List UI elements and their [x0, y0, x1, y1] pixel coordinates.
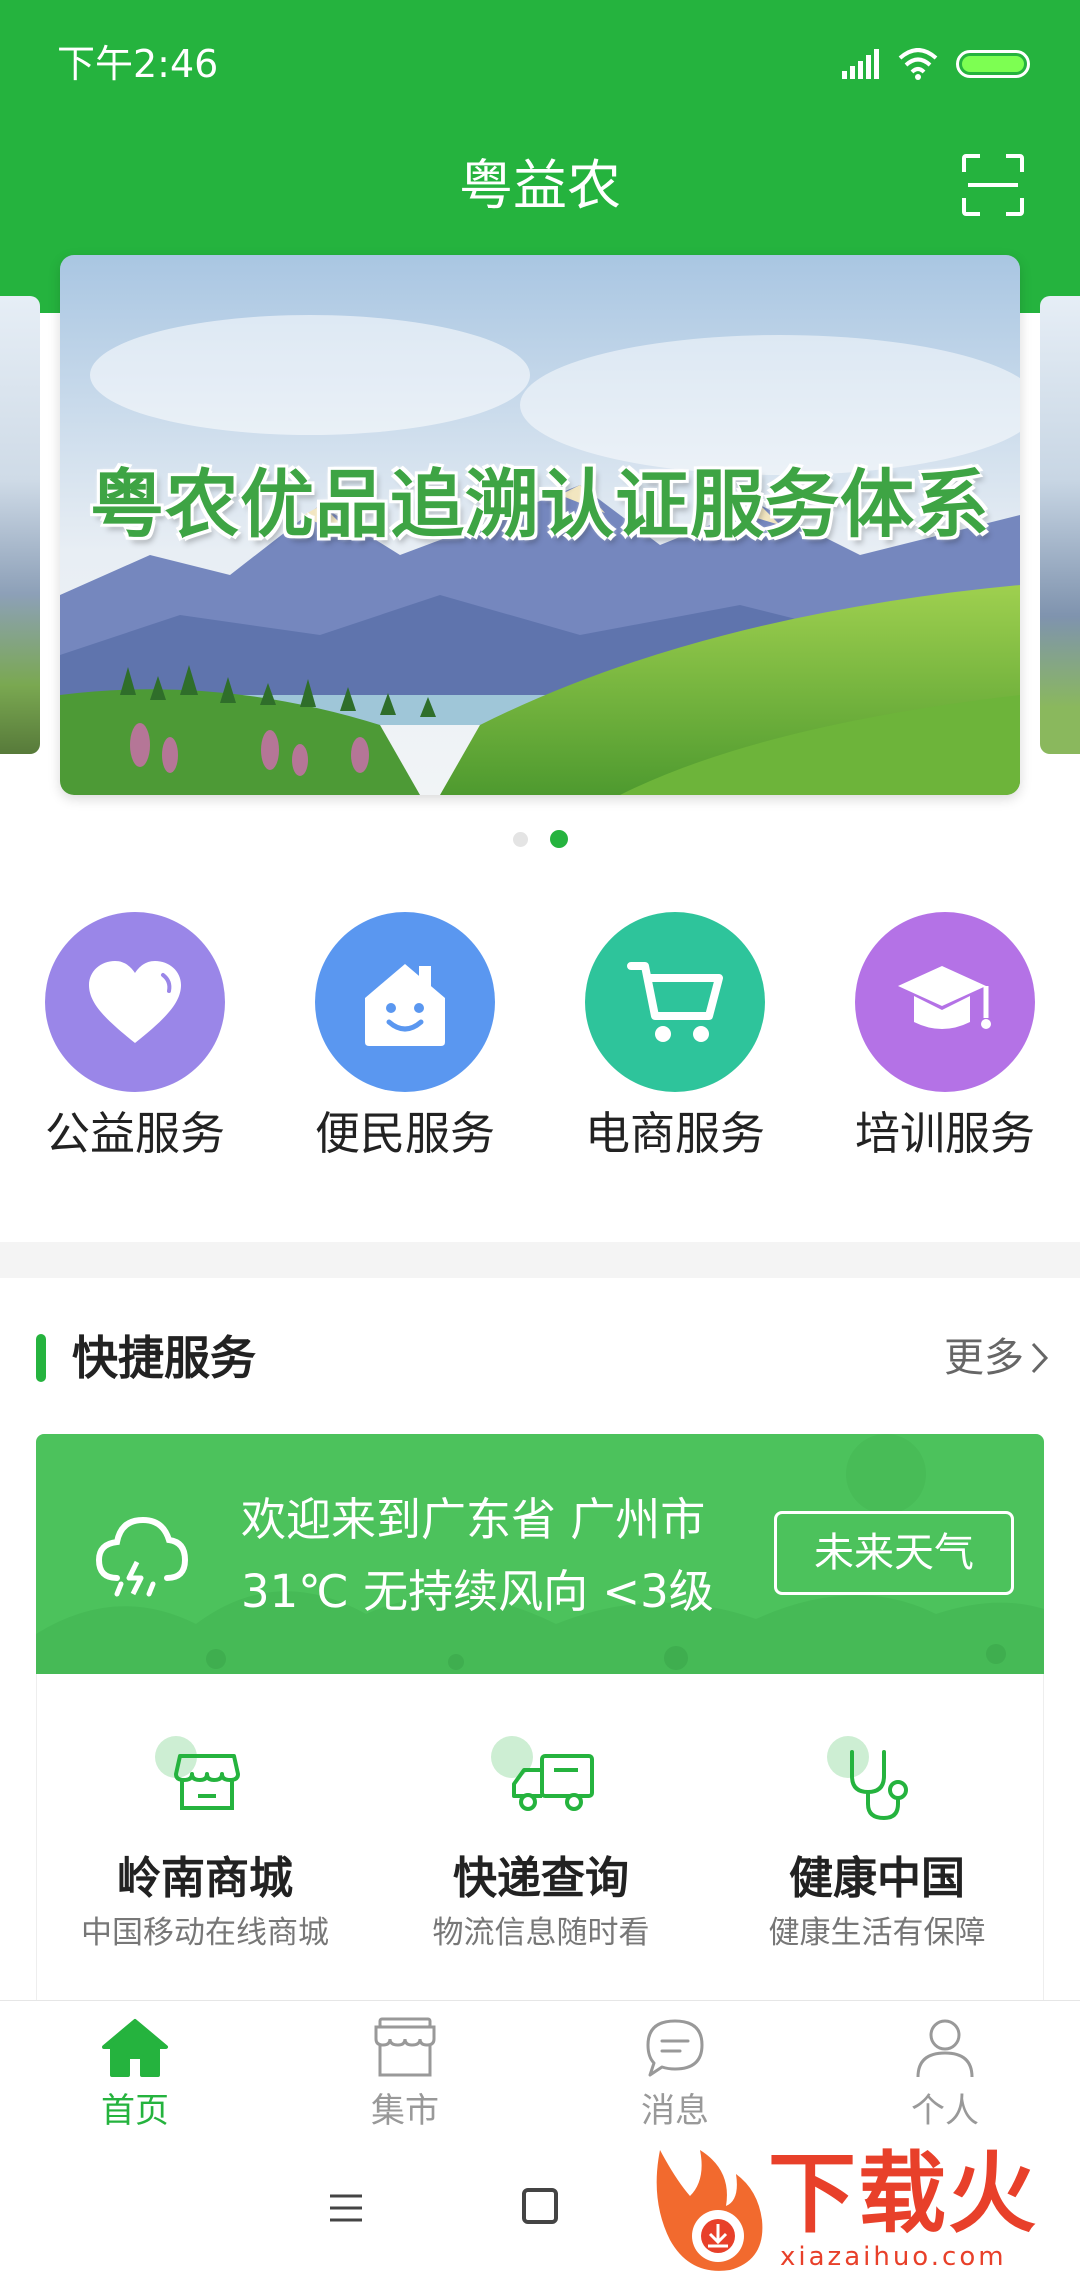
quick-services-header: 快捷服务 更多 [0, 1320, 1080, 1400]
quick-item-title: 快递查询 [453, 1853, 629, 1904]
weather-card: 欢迎来到广东省 广州市 31℃ 无持续风向 <3级 未来天气 [36, 1434, 1044, 1674]
carousel-dot-active[interactable] [549, 830, 568, 848]
flame-logo-icon [656, 2150, 763, 2271]
more-label: 更多 [944, 1335, 1024, 1381]
quick-item-subtitle: 健康生活有保障 [768, 1915, 986, 1951]
status-time: 下午2:46 [57, 42, 219, 86]
thunderstorm-cloud-icon [95, 1516, 189, 1597]
service-public-welfare[interactable]: 公益服务 [0, 912, 270, 1164]
bottom-tab-bar: 首页 集市 消息 个人 [0, 2000, 1080, 2142]
house-smile-icon [365, 964, 445, 1046]
carousel-dots [0, 830, 1080, 848]
service-convenience[interactable]: 便民服务 [270, 912, 540, 1164]
tab-messages[interactable]: 消息 [540, 2013, 810, 2133]
wifi-icon [898, 48, 938, 80]
status-bar: 下午2:46 [0, 0, 1080, 128]
service-training[interactable]: 培训服务 [810, 912, 1080, 1164]
quick-item-title: 健康中国 [789, 1853, 965, 1904]
tab-profile[interactable]: 个人 [810, 2013, 1080, 2133]
future-weather-button[interactable]: 未来天气 [774, 1511, 1014, 1595]
carousel-dot[interactable] [512, 831, 528, 847]
heart-icon [89, 961, 181, 1043]
home-icon [102, 2019, 168, 2077]
service-icon-circle [315, 912, 495, 1092]
service-icon-circle [855, 912, 1035, 1092]
stethoscope-icon [822, 1734, 932, 1834]
service-label: 培训服务 [854, 1107, 1035, 1160]
banner-next-peek[interactable] [1040, 296, 1080, 754]
watermark-text: 下载火 [768, 2142, 1039, 2245]
menu-icon[interactable] [328, 2190, 364, 2226]
watermark: 下载火 xiazaihuo.com [640, 2140, 1080, 2280]
more-link[interactable]: 更多 [944, 1328, 1050, 1388]
banner-headline: 粤农优品追溯认证服务体系 [90, 462, 990, 548]
watermark-url: xiazaihuo.com [780, 2242, 1007, 2272]
banner-slide[interactable]: 粤农优品追溯认证服务体系 [60, 255, 1020, 795]
graduation-cap-icon [898, 966, 991, 1029]
quick-item-healthy-china[interactable]: 健康中国 健康生活有保障 [709, 1734, 1045, 1954]
service-label: 电商服务 [584, 1107, 765, 1160]
quick-item-subtitle: 物流信息随时看 [432, 1915, 650, 1951]
user-icon [916, 2019, 974, 2078]
chevron-right-icon [1031, 1342, 1049, 1374]
service-label: 便民服务 [314, 1107, 495, 1160]
section-accent-bar [36, 1334, 46, 1382]
tab-home[interactable]: 首页 [0, 2013, 270, 2133]
tab-label: 集市 [371, 2091, 439, 2131]
service-icon-circle [45, 912, 225, 1092]
home-square-icon[interactable] [522, 2188, 558, 2224]
quick-services-grid: 岭南商城 中国移动在线商城 快递查询 物流信息随时看 健康中国 健康生活有保障 [36, 1674, 1044, 2004]
quick-item-subtitle: 中国移动在线商城 [81, 1915, 329, 1951]
quick-item-lingnan-mall[interactable]: 岭南商城 中国移动在线商城 [37, 1734, 373, 1954]
signal-icon [842, 49, 879, 79]
status-icons [842, 44, 1030, 84]
truck-icon [486, 1734, 596, 1834]
service-icon-circle [585, 912, 765, 1092]
message-icon [646, 2019, 704, 2077]
tab-label: 消息 [641, 2091, 709, 2131]
scan-icon[interactable] [962, 154, 1024, 216]
banner-prev-peek[interactable] [0, 296, 40, 754]
service-ecommerce[interactable]: 电商服务 [540, 912, 810, 1164]
cart-icon [627, 962, 723, 1042]
weather-location: 欢迎来到广东省 广州市 [241, 1493, 706, 1546]
app-title: 粤益农 [459, 154, 621, 217]
weather-conditions: 31℃ 无持续风向 <3级 [241, 1565, 714, 1618]
market-icon [374, 2017, 436, 2077]
battery-icon [956, 50, 1030, 78]
section-title: 快捷服务 [72, 1331, 256, 1385]
quick-item-express-tracking[interactable]: 快递查询 物流信息随时看 [373, 1734, 709, 1954]
tab-market[interactable]: 集市 [270, 2013, 540, 2133]
tab-label: 个人 [911, 2091, 979, 2131]
tab-label: 首页 [101, 2091, 169, 2131]
service-label: 公益服务 [44, 1107, 225, 1160]
store-icon [150, 1734, 260, 1834]
quick-item-title: 岭南商城 [117, 1853, 293, 1904]
service-categories: 公益服务 便民服务 电商服务 培训服务 [0, 912, 1080, 1172]
section-divider [0, 1242, 1080, 1278]
